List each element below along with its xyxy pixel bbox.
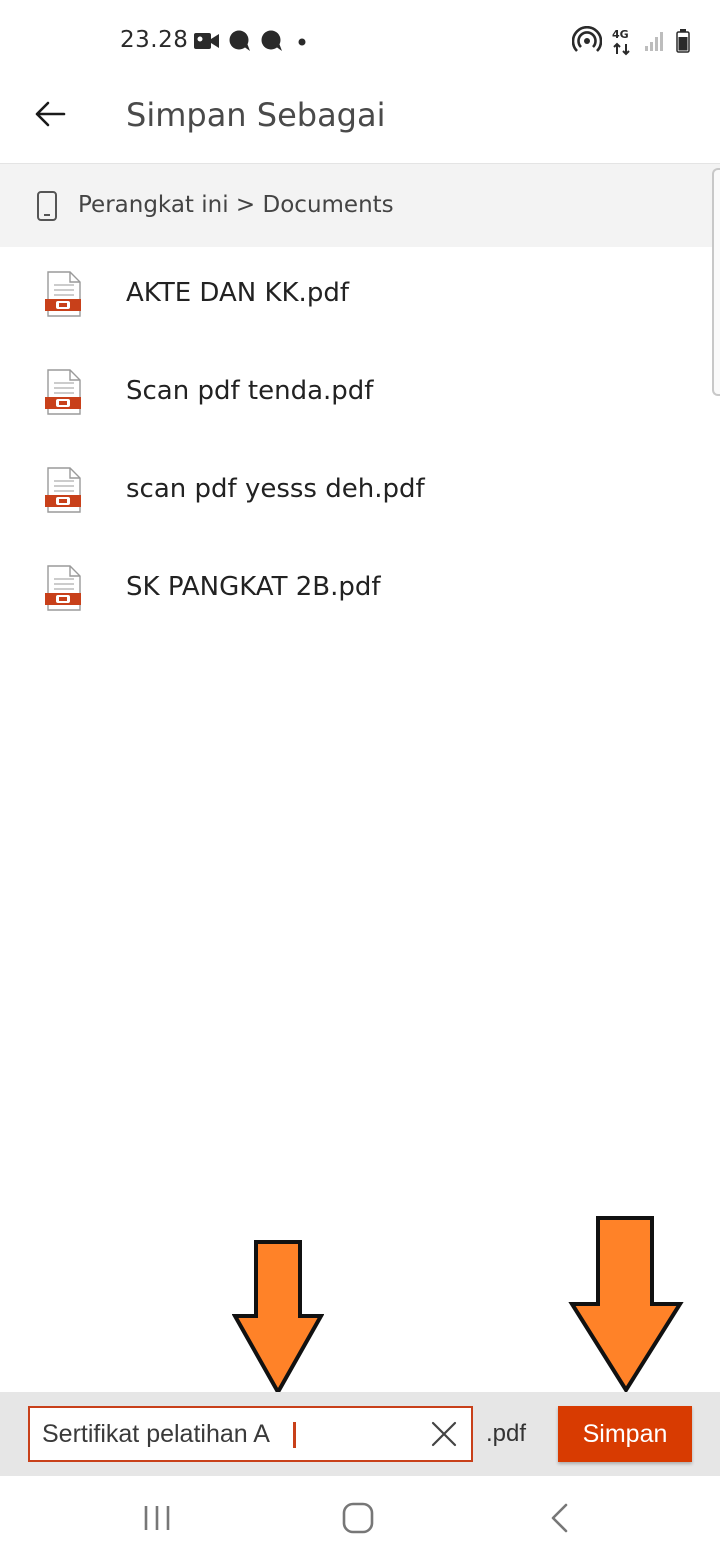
system-back-button[interactable]	[548, 1502, 570, 1538]
file-name: scan pdf yesss deh.pdf	[126, 474, 425, 504]
hotspot-icon	[571, 25, 603, 60]
save-bar: .pdf Simpan	[0, 1392, 720, 1476]
pdf-file-icon	[44, 467, 82, 513]
save-button[interactable]: Simpan	[558, 1406, 692, 1462]
chat-bubble-icon	[228, 30, 252, 56]
text-cursor	[293, 1422, 296, 1448]
clear-text-button[interactable]	[429, 1419, 459, 1449]
recent-apps-button[interactable]	[142, 1504, 172, 1536]
more-notifications-dot-icon	[292, 31, 312, 55]
file-list: AKTE DAN KK.pdf Scan pdf tenda.pdf scan …	[0, 247, 720, 639]
file-list-item[interactable]: Scan pdf tenda.pdf	[0, 345, 720, 443]
close-icon	[431, 1421, 457, 1447]
home-button[interactable]	[342, 1502, 374, 1538]
file-name: AKTE DAN KK.pdf	[126, 278, 349, 308]
file-list-item[interactable]: SK PANGKAT 2B.pdf	[0, 541, 720, 639]
phone-device-icon	[36, 191, 58, 225]
file-name: Scan pdf tenda.pdf	[126, 376, 374, 406]
video-camera-icon	[194, 31, 220, 55]
home-icon	[342, 1502, 374, 1534]
network-type-label: 4G	[612, 28, 629, 41]
arrow-left-icon	[34, 100, 66, 132]
chat-bubble-icon	[260, 30, 284, 56]
filename-input[interactable]	[42, 1408, 412, 1460]
file-list-item[interactable]: AKTE DAN KK.pdf	[0, 247, 720, 345]
network-4g-icon: 4G	[612, 28, 634, 58]
pdf-file-icon	[44, 271, 82, 317]
pdf-file-icon	[44, 369, 82, 415]
status-system-icons: 4G	[571, 25, 690, 60]
file-name: SK PANGKAT 2B.pdf	[126, 572, 381, 602]
pdf-file-icon	[44, 565, 82, 611]
file-list-item[interactable]: scan pdf yesss deh.pdf	[0, 443, 720, 541]
annotation-arrow-down-icon	[568, 1216, 684, 1394]
status-time: 23.28	[120, 27, 189, 53]
battery-icon	[676, 29, 690, 57]
breadcrumb[interactable]: Perangkat ini > Documents	[0, 163, 720, 247]
status-notification-icons	[194, 30, 312, 56]
back-button[interactable]	[28, 94, 72, 138]
page-title: Simpan Sebagai	[126, 96, 386, 134]
recent-apps-icon	[144, 1506, 170, 1530]
status-bar: 23.28 4G	[0, 0, 720, 84]
app-bar: Simpan Sebagai	[0, 84, 720, 163]
signal-strength-icon	[644, 30, 666, 56]
breadcrumb-path: Perangkat ini > Documents	[78, 192, 394, 218]
system-nav-bar	[0, 1476, 720, 1560]
filename-field[interactable]	[28, 1406, 473, 1462]
annotation-arrow-down-icon	[232, 1240, 324, 1396]
file-extension-label: .pdf	[486, 1420, 527, 1447]
chevron-left-icon	[551, 1503, 568, 1533]
